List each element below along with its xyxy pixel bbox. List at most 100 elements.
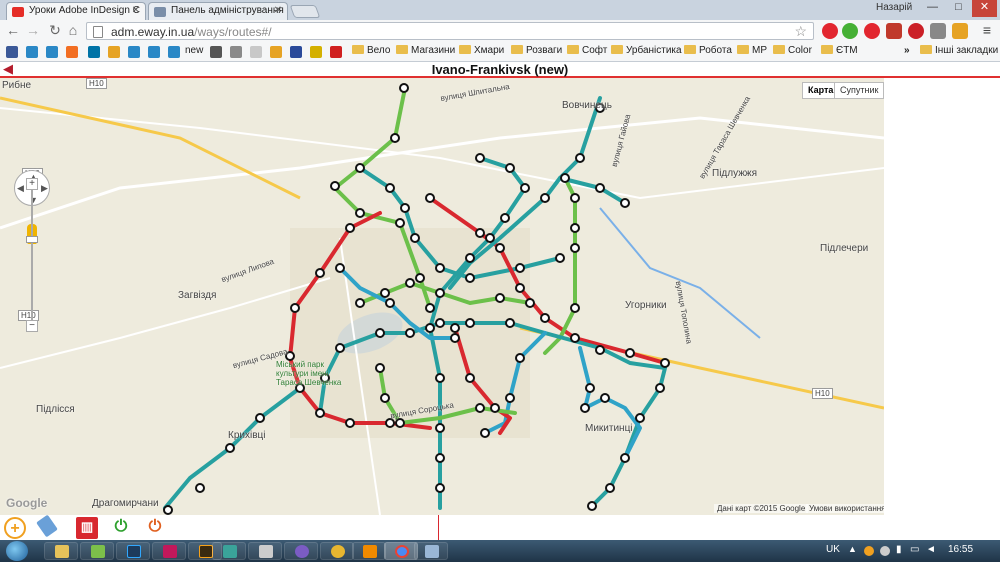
tray-expand-icon[interactable]: ▲: [848, 544, 857, 554]
zoom-in-button[interactable]: +: [26, 178, 38, 190]
bookmark-folder-work[interactable]: Робота: [684, 45, 732, 56]
bookmark-folder-urbanism[interactable]: Урбаністика: [611, 45, 682, 56]
stop-marker: [450, 333, 460, 343]
taskbar-chrome-canary[interactable]: [320, 542, 354, 560]
eraser-button[interactable]: [36, 514, 58, 538]
mail-checker-icon[interactable]: [930, 23, 946, 39]
pan-left-icon[interactable]: ◀: [17, 183, 24, 194]
minimize-button[interactable]: —: [920, 0, 945, 17]
extension-icon[interactable]: [842, 23, 858, 39]
tab-admin-panel[interactable]: Панель адміністрування ✕: [148, 2, 288, 20]
menu-icon[interactable]: ≡: [978, 22, 996, 40]
bookmark-icon[interactable]: [230, 46, 242, 58]
extension-icon[interactable]: [952, 23, 968, 39]
bookmark-folder-shops[interactable]: Магазини: [396, 45, 455, 56]
taskbar-notepad-plus[interactable]: [80, 542, 114, 560]
zoom-slider-track[interactable]: [31, 190, 33, 324]
stop-marker: [585, 383, 595, 393]
extension-icon[interactable]: [822, 23, 838, 39]
tray-app-icon[interactable]: [864, 546, 874, 556]
forward-button[interactable]: →: [24, 22, 42, 40]
bookmark-folder-velo[interactable]: Вело: [352, 45, 390, 56]
bookmark-icon[interactable]: [330, 46, 342, 58]
bookmark-icon[interactable]: [88, 46, 100, 58]
bookmark-icon[interactable]: [168, 46, 180, 58]
bookmarks-bar: new Вело Магазини Хмари Розваги Софт Урб…: [0, 42, 1000, 62]
zoom-slider-handle[interactable]: [26, 236, 38, 243]
address-bar[interactable]: adm.eway.in.ua/ways/routes#/ ☆: [86, 22, 814, 40]
map-type-satellite-button[interactable]: Супутник: [834, 82, 884, 99]
side-panel: [884, 78, 1000, 515]
folder-icon: [773, 45, 785, 54]
stop-marker: [385, 183, 395, 193]
bookmarks-overflow[interactable]: »: [904, 45, 910, 56]
terms-link[interactable]: Умови використання: [806, 504, 884, 513]
tray-app-icon[interactable]: [880, 546, 890, 556]
stop-marker: [425, 323, 435, 333]
bookmark-folder-etm[interactable]: ЄТМ: [821, 45, 858, 56]
bookmark-star-icon[interactable]: ☆: [794, 23, 807, 40]
bookmark-icon[interactable]: [128, 46, 140, 58]
language-indicator[interactable]: UK: [826, 544, 840, 555]
close-tab-icon[interactable]: ✕: [274, 5, 282, 16]
bookmark-new[interactable]: new: [185, 45, 203, 56]
bookmark-folder-fun[interactable]: Розваги: [511, 45, 562, 56]
start-button[interactable]: [6, 541, 28, 561]
route-map[interactable]: Рибне Вовчинець Підлужжя Підлечери Загві…: [0, 78, 884, 515]
reload-button[interactable]: ↻: [46, 22, 64, 40]
close-tab-icon[interactable]: ✕: [132, 5, 140, 16]
battery-icon[interactable]: ▭: [910, 544, 919, 555]
zoom-out-button[interactable]: −: [26, 320, 38, 332]
folder-icon: [684, 45, 696, 54]
bookmark-icon[interactable]: [108, 46, 120, 58]
close-window-button[interactable]: ✕: [972, 0, 997, 17]
clock[interactable]: 16:55: [948, 544, 973, 555]
taskbar-photoshop[interactable]: [116, 542, 150, 560]
add-route-button[interactable]: +: [4, 517, 26, 539]
other-bookmarks[interactable]: Інші закладки: [920, 45, 998, 56]
delete-button[interactable]: ▥: [76, 517, 98, 539]
maximize-button[interactable]: □: [946, 0, 971, 17]
taskbar-viber[interactable]: [284, 542, 318, 560]
power-off-button[interactable]: ⏻: [144, 517, 166, 539]
back-button[interactable]: ←: [4, 22, 22, 40]
taskbar-paint[interactable]: [414, 542, 448, 560]
taskbar-vlc[interactable]: [352, 542, 386, 560]
new-tab-button[interactable]: [289, 5, 321, 18]
bookmark-folder-color[interactable]: Color: [773, 45, 812, 56]
power-on-button[interactable]: ⏻: [110, 517, 132, 539]
profile-name[interactable]: Назарій: [876, 2, 912, 13]
taskbar-explorer[interactable]: [44, 542, 78, 560]
pinterest-icon[interactable]: [908, 23, 924, 39]
network-icon[interactable]: ▮: [896, 544, 902, 555]
stop-marker: [570, 333, 580, 343]
bookmark-icon[interactable]: [270, 46, 282, 58]
facebook-icon[interactable]: [6, 46, 18, 58]
bookmark-icon[interactable]: [148, 46, 160, 58]
stop-marker: [570, 193, 580, 203]
bookmark-icon[interactable]: [290, 46, 302, 58]
taskbar-stata[interactable]: [212, 542, 246, 560]
stop-marker: [490, 403, 500, 413]
bookmark-icon[interactable]: [26, 46, 38, 58]
pan-right-icon[interactable]: ▶: [41, 183, 48, 194]
bookmark-icon[interactable]: [250, 46, 262, 58]
volume-icon[interactable]: ◄: [926, 544, 936, 555]
bookmark-icon[interactable]: [310, 46, 322, 58]
extension-icon[interactable]: [864, 23, 880, 39]
taskbar-indesign[interactable]: [152, 542, 186, 560]
soundcloud-icon[interactable]: [66, 46, 78, 58]
place-label: Драгомирчани: [92, 498, 159, 509]
bookmark-folder-clouds[interactable]: Хмари: [459, 45, 504, 56]
bookmark-icon[interactable]: [46, 46, 58, 58]
extension-icon[interactable]: [886, 23, 902, 39]
taskbar-viewer[interactable]: [248, 542, 282, 560]
taskbar-chrome[interactable]: [384, 542, 418, 560]
home-button[interactable]: ⌂: [64, 22, 82, 40]
tab-indesign-lessons[interactable]: Уроки Adobe InDesign C ✕: [6, 2, 146, 20]
stop-marker: [660, 358, 670, 368]
eye-icon[interactable]: [210, 46, 222, 58]
map-canvas[interactable]: [0, 78, 884, 515]
bookmark-folder-soft[interactable]: Софт: [567, 45, 607, 56]
bookmark-folder-mr[interactable]: МР: [737, 45, 767, 56]
